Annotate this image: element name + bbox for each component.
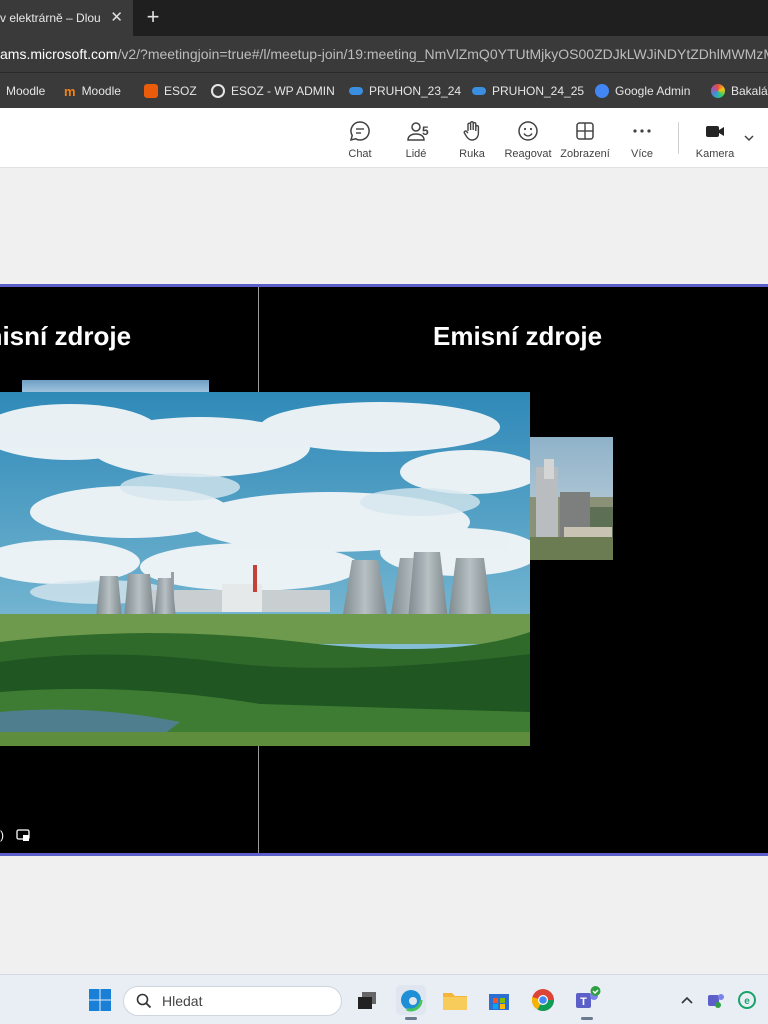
windows-logo-icon [89,989,111,1011]
people-label: Lidé [405,148,427,160]
task-view-button[interactable] [352,985,382,1015]
meeting-toolbar: Chat 5 Lidé Ruka Reagovat Zobrazení Více… [0,108,768,168]
chat-button[interactable]: Chat [332,116,388,164]
camera-button[interactable]: Kamera [687,116,743,164]
screen-share: Emisní zdroje Emisní zdroje [0,284,768,856]
google-admin-icon [595,84,609,98]
new-tab-button[interactable]: + [142,4,164,30]
store-icon [489,994,509,1010]
nuclear-power-plant-image [0,392,530,746]
bookmark-esoz-wp-admin[interactable]: ESOZ - WP ADMIN [211,73,335,108]
react-button[interactable]: Reagovat [500,116,556,164]
task-view-icon [358,992,376,1009]
active-indicator [405,1017,417,1020]
address-bar[interactable]: ams.microsoft.com/v2/?meetingjoin=true#/… [0,36,768,72]
raise-hand-button[interactable]: Ruka [444,116,500,164]
wordpress-icon [211,84,225,98]
more-dots-icon [633,129,651,133]
slide-title-left: Emisní zdroje [0,321,132,351]
edge-tray-icon: e [738,991,756,1009]
onedrive-icon [349,87,363,95]
start-button[interactable] [85,985,115,1015]
bookmark-moodle-1[interactable]: Moodle [0,73,45,108]
raise-hand-label: Ruka [459,148,485,160]
url-path: /v2/?meetingjoin=true#/l/meetup-join/19:… [117,46,768,62]
chrome-button[interactable] [528,985,558,1015]
power-plant-aerial-image [530,437,613,560]
toolbar-divider [678,122,679,154]
svg-text:e: e [744,996,750,1007]
bookmark-bakalari[interactable]: Bakalá [711,73,768,108]
search-icon [136,993,152,1009]
teams-tray-icon [708,994,724,1008]
tab-title: v elektrárně – Dlou [0,11,101,25]
bookmark-pruhon-24-25[interactable]: PRUHON_24_25 [472,73,584,108]
office-icon [144,84,158,98]
svg-text:T: T [580,996,587,1008]
tray-teams-button[interactable] [700,985,730,1015]
view-button[interactable]: Zobrazení [557,116,613,164]
teams-button[interactable]: T [572,985,602,1020]
store-button[interactable] [484,985,514,1015]
meeting-stage: Emisní zdroje Emisní zdroje [0,169,768,974]
bookmark-esoz[interactable]: ESOZ [144,73,197,108]
file-explorer-button[interactable] [440,985,470,1015]
slide-title-right: Emisní zdroje [433,321,603,351]
share-control-indicator[interactable]: ) [0,828,4,842]
screen-share-control-icon[interactable] [16,828,30,842]
chevron-down-icon[interactable] [743,132,755,144]
bookmark-google-admin[interactable]: Google Admin [595,73,690,108]
onedrive-icon [472,87,486,95]
folder-icon [443,993,467,1010]
show-hidden-icons-button[interactable] [672,985,702,1015]
search-placeholder: Hledat [162,993,203,1009]
edge-taskbar-button[interactable] [396,985,426,1020]
people-count-badge: 5 [422,124,429,138]
more-button[interactable]: Více [614,116,670,164]
more-label: Více [630,148,653,160]
smiley-icon [518,121,538,141]
browser-tab[interactable]: v elektrárně – Dlou ✕ [0,0,133,36]
taskbar-search-input[interactable]: Hledat [123,986,342,1016]
chrome-icon [532,989,554,1011]
view-label: Zobrazení [560,148,610,160]
bookmarks-bar: Moodle m Moodle ESOZ ESOZ - WP ADMIN PRU… [0,72,768,108]
url-host: ams.microsoft.com [0,46,118,62]
bookmark-pruhon-23-24[interactable]: PRUHON_23_24 [349,73,461,108]
teams-icon: T [576,986,601,1008]
chat-icon [349,121,370,142]
hand-icon [463,121,480,141]
edge-icon [396,985,426,1015]
react-label: Reagovat [504,148,552,160]
moodle-icon: m [64,83,76,99]
bakalari-icon [711,84,725,98]
close-icon[interactable]: ✕ [110,9,123,27]
bookmark-moodle-2[interactable]: m Moodle [64,73,121,108]
camera-label: Kamera [695,148,735,160]
grid-icon [576,122,594,140]
chat-label: Chat [348,148,372,160]
chevron-up-icon [681,996,693,1004]
slide-image-edge [22,380,209,392]
active-indicator [581,1017,593,1020]
people-button[interactable]: 5 Lidé [388,116,444,164]
tray-edge-button[interactable]: e [732,985,762,1015]
windows-taskbar: Hledat T e [0,974,768,1024]
browser-tab-bar: v elektrárně – Dlou ✕ + [0,0,768,36]
camera-icon [706,126,724,137]
